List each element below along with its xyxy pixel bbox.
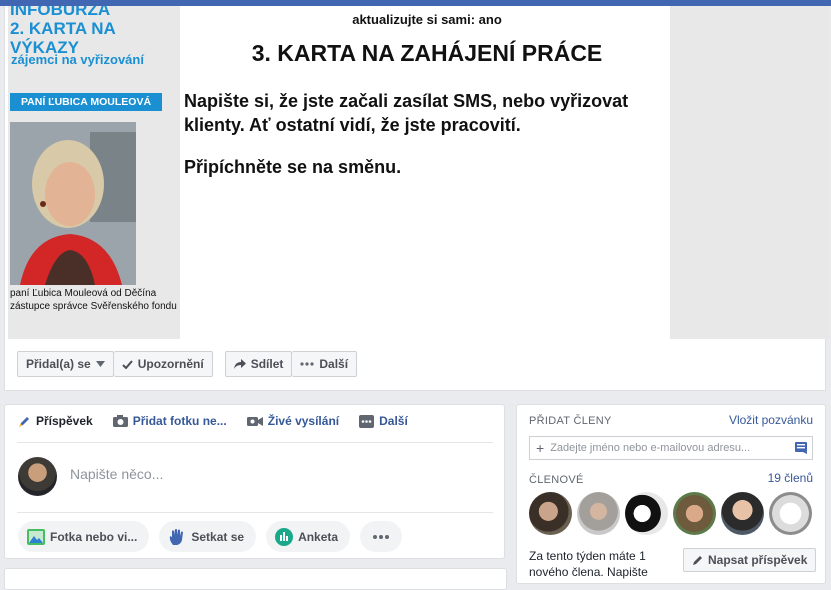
new-member-text: Za tento týden máte 1 nového člena. Napi… (529, 549, 648, 579)
notifications-button[interactable]: Upozornění (113, 351, 213, 377)
more-button[interactable]: Další (292, 351, 358, 377)
share-arrow-icon (233, 359, 246, 369)
composer-tabs: Příspěvek Přidat fotku ne... Živé vysílá… (18, 414, 428, 428)
add-members-label: PŘIDAT ČLENY (529, 415, 612, 427)
members-sidebar: PŘIDAT ČLENY Vložit pozvánku + Zadejte j… (516, 404, 826, 584)
more-box-icon (359, 414, 375, 428)
avatar[interactable] (769, 492, 812, 535)
cover-paragraph-1: Napište si, že jste začali zasílat SMS, … (184, 91, 629, 135)
member-avatars (529, 492, 817, 535)
cover-right-panel (670, 6, 830, 339)
pencil-icon (692, 555, 703, 566)
cover-left-panel: INFOBURZA 2. KARTA NA VÝKAZY zájemci na … (8, 6, 180, 339)
group-cover-card: INFOBURZA 2. KARTA NA VÝKAZY zájemci na … (4, 6, 830, 391)
photo-video-label: Fotka nebo vi... (50, 529, 138, 544)
share-button[interactable]: Sdílet (224, 351, 293, 377)
cover-heading: 3. KARTA NA ZAHÁJENÍ PRÁCE (251, 40, 603, 66)
composer-quick-actions: Fotka nebo vi... Setkat se Anketa (18, 521, 412, 552)
tab-add-photo[interactable]: Přidat fotku ne... (112, 414, 227, 428)
group-actions: Přidal(a) se Upozornění Sdílet Další (17, 351, 358, 379)
post-composer: Příspěvek Přidat fotku ne... Živé vysílá… (4, 404, 505, 559)
poll-button[interactable]: Anketa (266, 521, 351, 552)
tab-post[interactable]: Příspěvek (18, 414, 93, 428)
pencil-icon (18, 415, 31, 428)
cover-left-title: INFOBURZA 2. KARTA NA VÝKAZY (10, 6, 116, 57)
check-icon (121, 359, 133, 369)
cover-top-line: aktualizujte si sami: ano (352, 12, 502, 27)
more-label: Další (319, 357, 349, 371)
poll-label: Anketa (298, 529, 339, 544)
cover-photo[interactable]: INFOBURZA 2. KARTA NA VÝKAZY zájemci na … (8, 6, 671, 339)
tab-add-photo-label: Přidat fotku ne... (132, 414, 227, 428)
meet-button[interactable]: Setkat se (159, 521, 257, 552)
caption-line-2: zástupce správce Svěřenského fondu (10, 301, 177, 312)
more-dots-icon (372, 534, 390, 539)
avatar[interactable] (18, 457, 57, 496)
cover-name-bar: PANÍ ĽUBICA MOULEOVÁ (10, 93, 162, 111)
portrait-caption: paní Ľubica Mouleová od Děčína zástupce … (10, 287, 178, 313)
cover-body: aktualizujte si sami: ano 3. KARTA NA ZA… (184, 6, 670, 339)
members-count-link[interactable]: 19 členů (768, 471, 813, 485)
share-label: Sdílet (250, 357, 284, 371)
note-icon (795, 442, 807, 457)
tab-post-label: Příspěvek (36, 414, 93, 428)
caret-down-icon (95, 361, 105, 367)
more-dots-icon (300, 362, 314, 366)
avatar[interactable] (673, 492, 716, 535)
composer-input[interactable]: Napište něco... (70, 466, 163, 482)
camera-icon (112, 415, 128, 427)
plus-icon: + (536, 440, 545, 456)
avatar[interactable] (625, 492, 668, 535)
photo-icon (27, 528, 45, 545)
video-camera-icon (246, 416, 263, 427)
joined-button[interactable]: Přidal(a) se (17, 351, 114, 377)
composer-divider (17, 442, 493, 443)
invite-link[interactable]: Vložit pozvánku (729, 413, 813, 427)
joined-label: Přidal(a) se (26, 357, 91, 371)
tab-live-video-label: Živé vysílání (267, 414, 340, 428)
cover-left-subtitle: zájemci na vyřizování (11, 52, 144, 67)
add-member-placeholder: Zadejte jméno nebo e-mailovou adresu... (550, 442, 751, 454)
write-post-label: Napsat příspěvek (708, 553, 808, 567)
more-options-button[interactable] (360, 521, 403, 552)
avatar[interactable] (721, 492, 764, 535)
hand-icon (168, 528, 186, 546)
add-member-input[interactable]: + Zadejte jméno nebo e-mailovou adresu..… (529, 436, 813, 460)
caption-line-1: paní Ľubica Mouleová od Děčína (10, 288, 157, 299)
portrait-photo (10, 122, 136, 285)
tab-more[interactable]: Další (359, 414, 408, 428)
write-post-button[interactable]: Napsat příspěvek (683, 548, 817, 572)
cover-paragraph-2: Připíchněte se na směnu. (184, 157, 402, 177)
tab-live-video[interactable]: Živé vysílání (246, 414, 340, 428)
members-label: ČLENOVÉ (529, 474, 584, 486)
tab-more-label: Další (379, 414, 408, 428)
avatar[interactable] (577, 492, 620, 535)
composer-divider-bottom (17, 512, 493, 513)
next-card (4, 568, 507, 590)
notifications-label: Upozornění (137, 357, 204, 371)
avatar[interactable] (529, 492, 572, 535)
poll-icon (275, 527, 294, 546)
meet-label: Setkat se (191, 529, 245, 544)
photo-video-button[interactable]: Fotka nebo vi... (18, 521, 150, 552)
